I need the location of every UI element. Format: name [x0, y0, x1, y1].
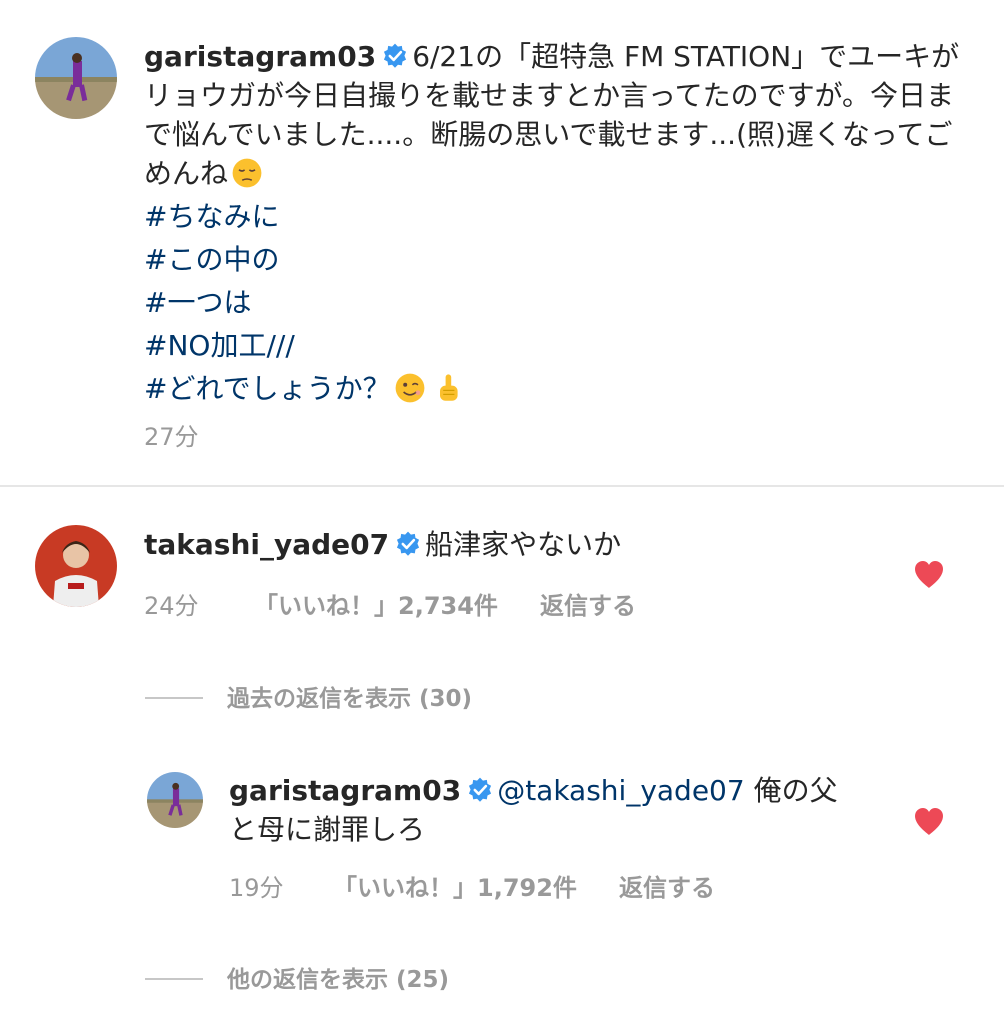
hashtag-5-row: #どれでしょうか？ [144, 369, 964, 408]
winking-face-emoji [395, 373, 425, 403]
comment-username[interactable]: takashi_yade07 [144, 528, 389, 561]
caption-time: 27分 [144, 423, 199, 451]
heart-icon[interactable] [913, 559, 945, 589]
hashtag-1[interactable]: #ちなみに [144, 197, 964, 236]
caption-username[interactable]: garistagram03 [144, 40, 376, 73]
divider-line [145, 697, 203, 699]
hashtag-4[interactable]: #NO加工/// [144, 326, 964, 365]
heart-icon[interactable] [913, 806, 945, 836]
reply-text: garistagram03 @takashi_yade07 俺の父と母に謝罪しろ [229, 771, 859, 849]
caption-text: garistagram03 6/21の「超特急 FM STATION」でユーキがリ… [144, 37, 964, 408]
divider [0, 485, 1004, 487]
view-past-replies[interactable]: 過去の返信を表示 (30) [145, 679, 472, 713]
reply-avatar[interactable] [147, 772, 203, 828]
hashtag-2[interactable]: #この中の [144, 240, 964, 279]
hashtag-3[interactable]: #一つは [144, 283, 964, 322]
caption-avatar[interactable] [35, 37, 117, 119]
pointing-up-emoji [439, 374, 458, 401]
comment-time: 24分 [144, 592, 199, 620]
verified-badge-icon [469, 777, 492, 802]
comment-likes[interactable]: 「いいね！」2,734件 [254, 586, 498, 621]
view-more-replies[interactable]: 他の返信を表示 (25) [145, 960, 449, 994]
reply-likes[interactable]: 「いいね！」1,792件 [333, 868, 577, 903]
comment-reply-button[interactable]: 返信する [540, 586, 636, 621]
verified-badge-icon [397, 531, 420, 556]
view-past-replies-label: 過去の返信を表示 (30) [227, 686, 473, 712]
hashtag-5[interactable]: #どれでしょうか？ [144, 372, 391, 405]
divider-line [145, 978, 203, 980]
comment-text: takashi_yade07 船津家やないか [144, 525, 864, 564]
reply-reply-button[interactable]: 返信する [619, 868, 715, 903]
view-more-replies-label: 他の返信を表示 (25) [227, 967, 450, 993]
pensive-face-emoji [232, 158, 262, 188]
comment-message: 船津家やないか [425, 528, 622, 561]
comment-avatar[interactable] [35, 525, 117, 607]
reply-time: 19分 [229, 874, 284, 902]
reply-mention[interactable]: @takashi_yade07 [497, 774, 745, 807]
verified-badge-icon [384, 43, 407, 68]
reply-username[interactable]: garistagram03 [229, 774, 461, 807]
